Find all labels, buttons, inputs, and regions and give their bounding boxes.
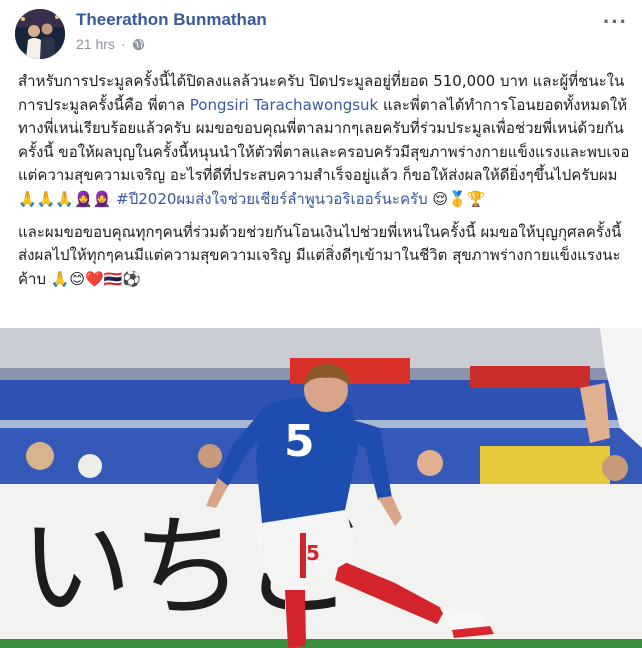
more-options-icon[interactable]: ··· — [603, 9, 628, 35]
post-body: สำหรับการประมูลครั้งนี้ได้ปิดลงแลล้วนะคร… — [18, 70, 630, 300]
emoji-group: 😌🥇🏆 — [427, 189, 486, 208]
timestamp[interactable]: 21 hrs — [76, 36, 115, 52]
jersey-number: 5 — [284, 416, 315, 467]
avatar[interactable] — [15, 9, 65, 59]
separator: · — [120, 36, 126, 52]
post-meta: 21 hrs · — [76, 36, 145, 52]
facebook-post: Theerathon Bunmathan 21 hrs · ··· สำหรับ… — [0, 0, 642, 648]
globe-icon[interactable] — [132, 38, 145, 51]
mention-link[interactable]: Pongsiri Tarachawongsuk — [190, 96, 378, 114]
hashtag-link[interactable]: #ปี2020ผมส่งใจช่วยเชียร์ลำพูนวอริเออร์นะ… — [116, 190, 427, 208]
post-header: Theerathon Bunmathan 21 hrs · ··· — [0, 0, 642, 62]
paragraph-2: และผมขอขอบคุณทุกๆคนที่ร่วมด้วยช่วยกันโอน… — [18, 222, 622, 288]
shorts-number: 5 — [306, 541, 320, 565]
avatar-photo — [15, 9, 65, 59]
football-photo: いちご 5 5 — [0, 328, 642, 648]
post-photo[interactable]: いちご 5 5 — [0, 328, 642, 648]
author-name[interactable]: Theerathon Bunmathan — [76, 10, 267, 30]
paragraph-1: สำหรับการประมูลครั้งนี้ได้ปิดลงแลล้วนะคร… — [18, 70, 630, 212]
